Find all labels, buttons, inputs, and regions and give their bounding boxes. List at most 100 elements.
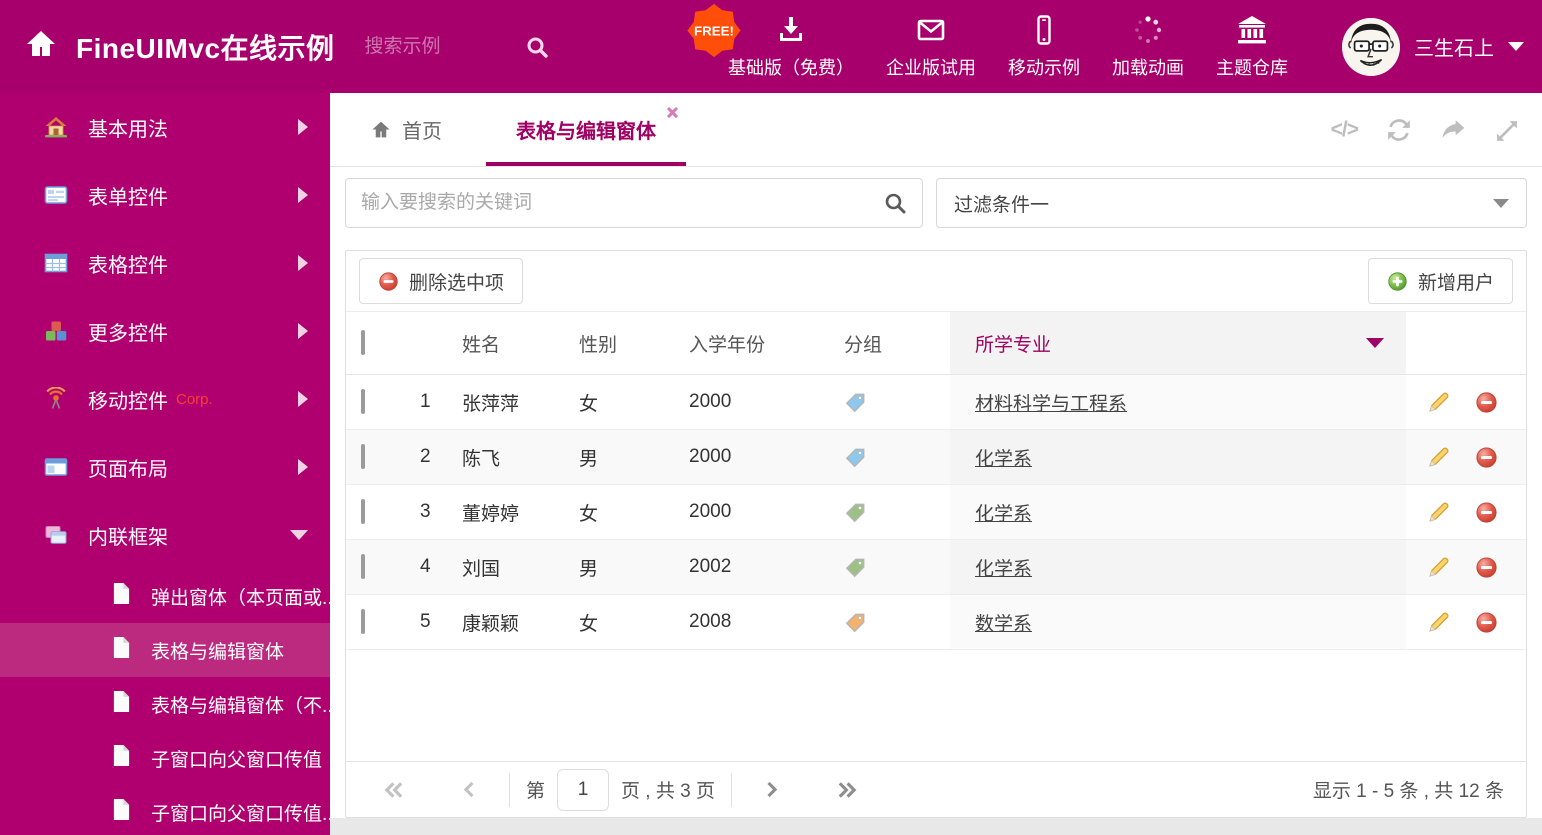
free-badge: FREE! bbox=[685, 2, 743, 59]
table-row: 1 张萍萍 女 2000 材料科学与工程系 bbox=[346, 375, 1526, 430]
major-link[interactable]: 材料科学与工程系 bbox=[975, 389, 1127, 416]
sidebar-subitem-label: 表格与编辑窗体（不... bbox=[151, 695, 330, 717]
sidebar-item-iframe[interactable]: 内联框架 bbox=[0, 501, 330, 569]
sidebar-item-label: 表格控件 bbox=[88, 254, 168, 277]
file-icon bbox=[112, 744, 131, 773]
sidebar-item-form-controls[interactable]: 表单控件 bbox=[0, 161, 330, 229]
sidebar-item-grid-controls[interactable]: 表格控件 bbox=[0, 229, 330, 297]
sidebar-item-more-controls[interactable]: 更多控件 bbox=[0, 297, 330, 365]
sidebar-item-page-layout[interactable]: 页面布局 bbox=[0, 433, 330, 501]
row-checkbox[interactable] bbox=[361, 389, 365, 414]
nav-enterprise-trial[interactable]: 企业版试用 bbox=[886, 14, 976, 80]
sidebar-subitem-child-to-parent-2[interactable]: 子窗口向父窗口传值... bbox=[0, 785, 330, 835]
nav-loading-anim[interactable]: 加载动画 bbox=[1112, 14, 1184, 80]
delete-icon[interactable] bbox=[1475, 501, 1498, 524]
delete-icon[interactable] bbox=[1475, 611, 1498, 634]
chevron-right-icon bbox=[298, 391, 308, 407]
keyword-search-input[interactable] bbox=[361, 192, 883, 214]
frames-icon bbox=[44, 523, 68, 547]
major-link[interactable]: 数学系 bbox=[975, 609, 1032, 636]
add-user-label: 新增用户 bbox=[1417, 272, 1494, 294]
row-number: 4 bbox=[420, 556, 431, 577]
edit-icon[interactable] bbox=[1426, 610, 1451, 635]
cell-gender: 女 bbox=[579, 503, 599, 525]
pagination-bar: 第 页 , 共 3 页 显示 1 - 5 条 , 共 12 条 bbox=[346, 761, 1526, 817]
nav-mobile-demo[interactable]: 移动示例 bbox=[1008, 14, 1080, 80]
delete-icon[interactable] bbox=[1475, 556, 1498, 579]
home-icon bbox=[372, 121, 390, 138]
sidebar-item-basic-usage[interactable]: 基本用法 bbox=[0, 93, 330, 161]
col-group[interactable]: 分组 bbox=[830, 330, 950, 357]
header-nav: 基础版（免费） 企业版试用 移动示例 加载动画 主题仓库 bbox=[728, 0, 1288, 93]
prev-page-button[interactable] bbox=[460, 780, 479, 799]
close-icon[interactable] bbox=[665, 106, 678, 119]
major-link[interactable]: 化学系 bbox=[975, 499, 1032, 526]
last-page-button[interactable] bbox=[835, 780, 859, 800]
nav-basic-free[interactable]: 基础版（免费） bbox=[728, 14, 854, 80]
chevron-down-icon bbox=[1366, 338, 1384, 348]
grid-empty-space bbox=[346, 650, 1526, 761]
delete-selected-button[interactable]: 删除选中项 bbox=[359, 258, 524, 304]
filter-dropdown[interactable]: 过滤条件一 bbox=[936, 178, 1527, 228]
cell-gender: 男 bbox=[579, 448, 599, 470]
search-icon[interactable] bbox=[883, 191, 907, 215]
major-link[interactable]: 化学系 bbox=[975, 444, 1032, 471]
search-icon[interactable] bbox=[525, 35, 549, 59]
sidebar-subitem-child-to-parent[interactable]: 子窗口向父窗口传值 bbox=[0, 731, 330, 785]
brand-home-icon[interactable] bbox=[24, 28, 58, 65]
nav-label: 加载动画 bbox=[1112, 57, 1184, 78]
select-all-checkbox[interactable] bbox=[361, 330, 365, 355]
edit-icon[interactable] bbox=[1426, 555, 1451, 580]
chevron-right-icon bbox=[298, 255, 308, 271]
header-search-input[interactable] bbox=[364, 35, 515, 58]
col-major[interactable]: 所学专业 bbox=[950, 312, 1406, 374]
sidebar-item-mobile-controls[interactable]: 移动控件 Corp. bbox=[0, 365, 330, 433]
page-suffix: 页 , 共 3 页 bbox=[621, 781, 715, 802]
mobile-icon bbox=[1028, 14, 1060, 46]
sidebar-subitem-grid-edit-window[interactable]: 表格与编辑窗体 bbox=[0, 623, 330, 677]
maximize-icon[interactable] bbox=[1495, 118, 1520, 143]
table-header: 姓名 性别 入学年份 分组 所学专业 bbox=[346, 311, 1526, 375]
tag-icon bbox=[844, 446, 950, 469]
edit-icon[interactable] bbox=[1426, 500, 1451, 525]
file-icon bbox=[112, 582, 131, 611]
tab-home[interactable]: 首页 bbox=[360, 93, 452, 166]
row-checkbox[interactable] bbox=[361, 444, 365, 469]
tab-home-label: 首页 bbox=[402, 121, 442, 143]
sidebar-subitem-popup-window[interactable]: 弹出窗体（本页面或... bbox=[0, 569, 330, 623]
add-user-button[interactable]: 新增用户 bbox=[1367, 258, 1513, 304]
chevron-right-icon bbox=[298, 459, 308, 475]
sidebar-item-label: 页面布局 bbox=[88, 458, 168, 481]
divider bbox=[509, 772, 510, 807]
edit-icon[interactable] bbox=[1426, 390, 1451, 415]
filter-dropdown-value: 过滤条件一 bbox=[954, 194, 1050, 216]
cell-name: 刘国 bbox=[462, 558, 501, 580]
open-new-window-icon[interactable] bbox=[1440, 117, 1467, 143]
col-name[interactable]: 姓名 bbox=[448, 330, 565, 357]
next-page-button[interactable] bbox=[762, 780, 781, 799]
nav-theme-repo[interactable]: 主题仓库 bbox=[1216, 14, 1288, 80]
edit-icon[interactable] bbox=[1426, 445, 1451, 470]
delete-icon[interactable] bbox=[1475, 446, 1498, 469]
page-number-input[interactable] bbox=[557, 768, 610, 811]
row-checkbox[interactable] bbox=[361, 609, 365, 634]
divider bbox=[730, 772, 732, 807]
tab-grid-edit-window[interactable]: 表格与编辑窗体 bbox=[486, 93, 686, 166]
delete-icon[interactable] bbox=[1475, 391, 1498, 414]
row-checkbox[interactable] bbox=[361, 499, 365, 524]
major-link[interactable]: 化学系 bbox=[975, 554, 1032, 581]
cell-year: 2008 bbox=[689, 611, 732, 632]
user-menu[interactable]: 三生石上 bbox=[1342, 0, 1524, 93]
refresh-icon[interactable] bbox=[1386, 117, 1412, 143]
corp-badge: Corp. bbox=[176, 390, 213, 408]
sidebar-subitem-grid-edit-window-2[interactable]: 表格与编辑窗体（不... bbox=[0, 677, 330, 731]
cell-name: 康颖颖 bbox=[462, 613, 520, 635]
col-year[interactable]: 入学年份 bbox=[675, 330, 830, 357]
source-code-icon[interactable]: </> bbox=[1331, 118, 1359, 142]
first-page-button[interactable] bbox=[382, 780, 406, 800]
col-gender[interactable]: 性别 bbox=[565, 330, 675, 357]
nav-label: 企业版试用 bbox=[886, 57, 976, 78]
row-checkbox[interactable] bbox=[361, 554, 365, 579]
nav-label: 移动示例 bbox=[1008, 57, 1080, 78]
tag-icon bbox=[844, 391, 950, 414]
